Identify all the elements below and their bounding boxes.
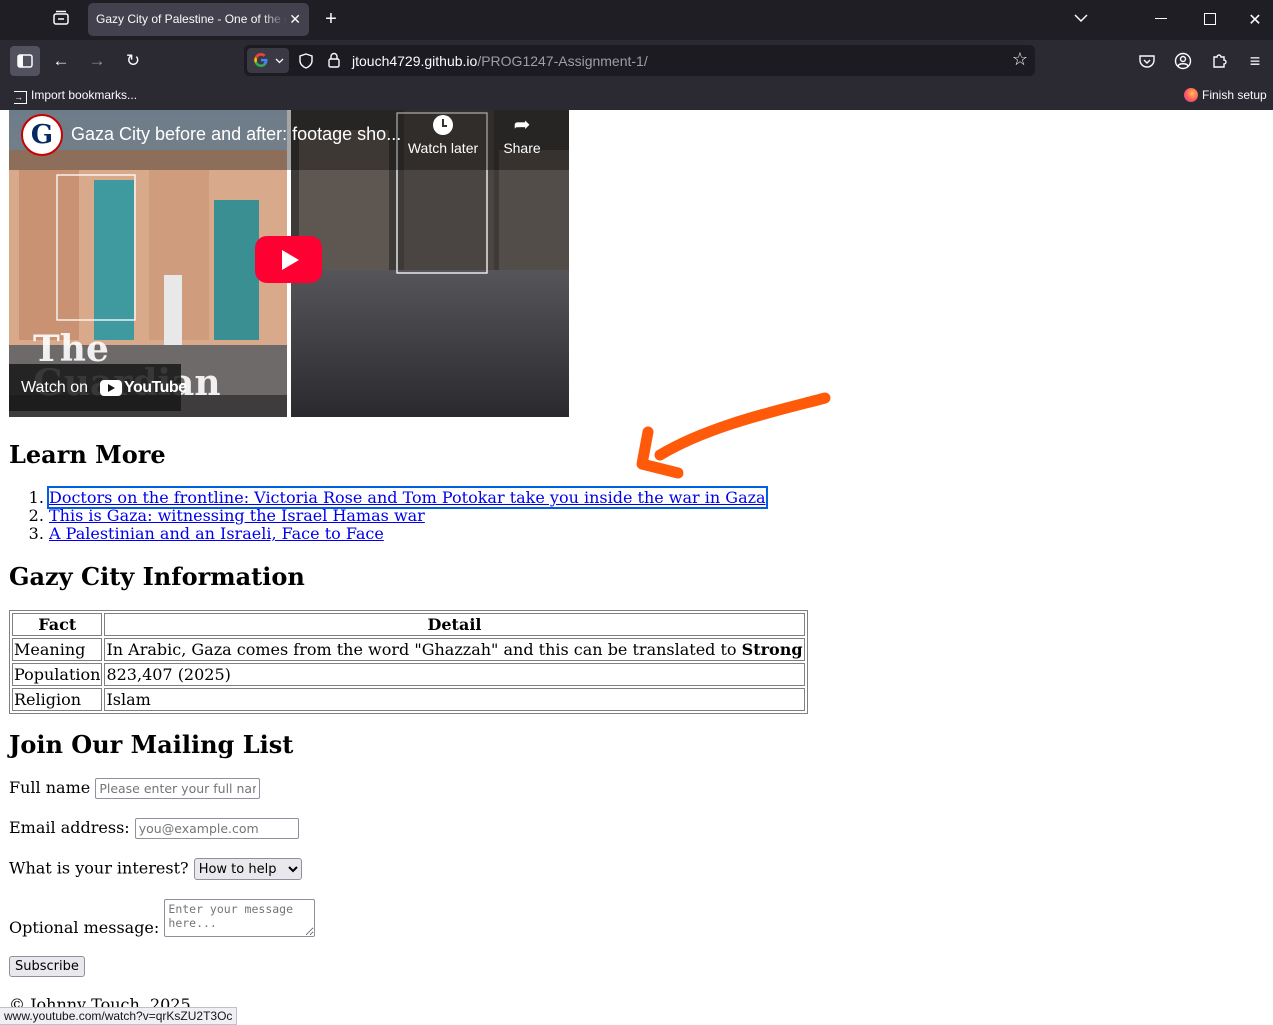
back-arrow-icon[interactable]: ← — [46, 46, 76, 76]
interest-select[interactable]: How to help — [193, 858, 302, 880]
new-tab-icon[interactable]: + — [320, 9, 342, 29]
watch-on-youtube-button[interactable]: Watch on YouTube — [9, 364, 187, 411]
email-field[interactable] — [134, 818, 299, 839]
url-host: jtouch4729.github.io — [352, 53, 478, 69]
info-table: Fact Detail Meaning In Arabic, Gaza come… — [9, 610, 808, 714]
table-header-row: Fact Detail — [12, 613, 805, 636]
import-icon: → — [14, 91, 27, 104]
full-name-field[interactable] — [95, 778, 261, 799]
channel-logo-letter: G — [30, 120, 54, 150]
url-path: /PROG1247-Assignment-1/ — [477, 53, 648, 69]
reload-icon[interactable]: ↻ — [118, 46, 148, 76]
minimize-icon[interactable] — [1155, 18, 1167, 19]
account-icon[interactable] — [1168, 46, 1198, 76]
play-icon — [282, 250, 299, 270]
table-row: Religion Islam — [12, 688, 805, 711]
forward-arrow-icon[interactable]: → — [82, 46, 112, 76]
email-row: Email address: — [9, 818, 299, 839]
maximize-icon[interactable] — [1204, 13, 1216, 25]
full-name-row: Full name — [9, 778, 261, 799]
share-arrow-icon: ➦ — [513, 114, 531, 136]
firefox-view-icon[interactable] — [50, 10, 72, 30]
bookmarks-toolbar: → Import bookmarks... Finish setup — [0, 82, 1273, 110]
column-header-detail: Detail — [104, 613, 805, 636]
tracking-protection-shield-icon[interactable] — [299, 53, 313, 69]
list-item: A Palestinian and an Israeli, Face to Fa… — [49, 525, 766, 543]
search-engine-selector[interactable] — [247, 48, 289, 73]
channel-logo[interactable]: G — [21, 114, 63, 156]
extensions-puzzle-icon[interactable] — [1204, 46, 1234, 76]
google-g-icon — [254, 53, 268, 67]
finish-setup-label: Finish setup — [1202, 88, 1267, 102]
youtube-embed[interactable]: G Gaza City before and after: footage sh… — [9, 110, 569, 417]
detail-cell: In Arabic, Gaza comes from the word "Gha… — [104, 638, 805, 661]
detail-text: In Arabic, Gaza comes from the word "Gha… — [106, 640, 742, 659]
interest-label: What is your interest? — [9, 858, 189, 878]
play-button[interactable] — [255, 236, 322, 283]
clock-icon — [433, 115, 453, 135]
link-face-to-face[interactable]: A Palestinian and an Israeli, Face to Fa… — [49, 524, 384, 543]
detail-cell: Islam — [104, 688, 805, 711]
fact-cell: Meaning — [12, 638, 103, 661]
watch-later-label: Watch later — [407, 140, 479, 156]
watch-on-label: Watch on — [21, 379, 88, 396]
learn-more-heading: Learn More — [9, 440, 166, 469]
youtube-logo-icon — [100, 380, 122, 396]
fact-cell: Population — [12, 663, 103, 686]
lock-icon[interactable] — [328, 52, 340, 68]
mailing-heading: Join Our Mailing List — [9, 730, 294, 759]
info-heading: Gazy City Information — [9, 562, 305, 591]
table-row: Population 823,407 (2025) — [12, 663, 805, 686]
page-content: G Gaza City before and after: footage sh… — [0, 110, 1273, 1023]
sidebar-toggle-icon[interactable] — [10, 46, 40, 76]
table-row: Meaning In Arabic, Gaza comes from the w… — [12, 638, 805, 661]
detail-bold: Strong — [741, 640, 803, 659]
menu-hamburger-icon[interactable]: ≡ — [1240, 46, 1270, 76]
youtube-wordmark: YouTube — [124, 379, 187, 396]
message-label: Optional message: — [9, 918, 160, 937]
fact-cell: Religion — [12, 688, 103, 711]
finish-setup-item[interactable]: Finish setup — [1184, 88, 1267, 102]
status-url-preview: www.youtube.com/watch?v=qrKsZU2T3Oc — [0, 1007, 238, 1025]
watch-later-button[interactable]: Watch later — [407, 115, 479, 156]
chevron-down-icon — [275, 58, 284, 64]
bookmark-star-icon[interactable]: ☆ — [1012, 49, 1028, 70]
message-row: Optional message: — [9, 899, 316, 937]
list-item: This is Gaza: witnessing the Israel Hama… — [49, 507, 766, 525]
tab-close-icon[interactable]: ✕ — [289, 11, 301, 28]
full-name-label: Full name — [9, 778, 91, 797]
message-field[interactable] — [164, 899, 316, 937]
link-this-is-gaza[interactable]: This is Gaza: witnessing the Israel Hama… — [49, 506, 425, 525]
pocket-icon[interactable] — [1132, 46, 1162, 76]
import-bookmarks-label: Import bookmarks... — [31, 88, 138, 102]
email-label: Email address: — [9, 818, 130, 837]
tab-active[interactable]: Gazy City of Palestine - One of the c ✕ — [88, 3, 309, 36]
share-button[interactable]: ➦ Share — [497, 115, 547, 156]
tab-bar: Gazy City of Palestine - One of the c ✕ … — [0, 0, 1273, 40]
navigation-bar: ← → ↻ jtouch4729.github.io/PROG1247-Assi… — [0, 40, 1273, 82]
tab-title: Gazy City of Palestine - One of the c — [96, 12, 286, 26]
annotation-arrow — [636, 392, 831, 479]
firefox-logo-icon — [1184, 88, 1198, 102]
url-text[interactable]: jtouch4729.github.io/PROG1247-Assignment… — [352, 53, 648, 69]
video-title[interactable]: Gaza City before and after: footage sho.… — [71, 124, 401, 145]
address-bar[interactable]: jtouch4729.github.io/PROG1247-Assignment… — [244, 45, 1035, 76]
column-header-fact: Fact — [12, 613, 103, 636]
share-label: Share — [503, 140, 541, 156]
subscribe-button[interactable]: Subscribe — [9, 956, 85, 977]
close-window-icon[interactable]: ✕ — [1247, 10, 1263, 30]
import-bookmarks-item[interactable]: → Import bookmarks... — [14, 88, 137, 104]
list-all-tabs-chevron-down-icon[interactable] — [1070, 10, 1092, 26]
detail-cell: 823,407 (2025) — [104, 663, 805, 686]
interest-row: What is your interest? How to help — [9, 858, 302, 880]
